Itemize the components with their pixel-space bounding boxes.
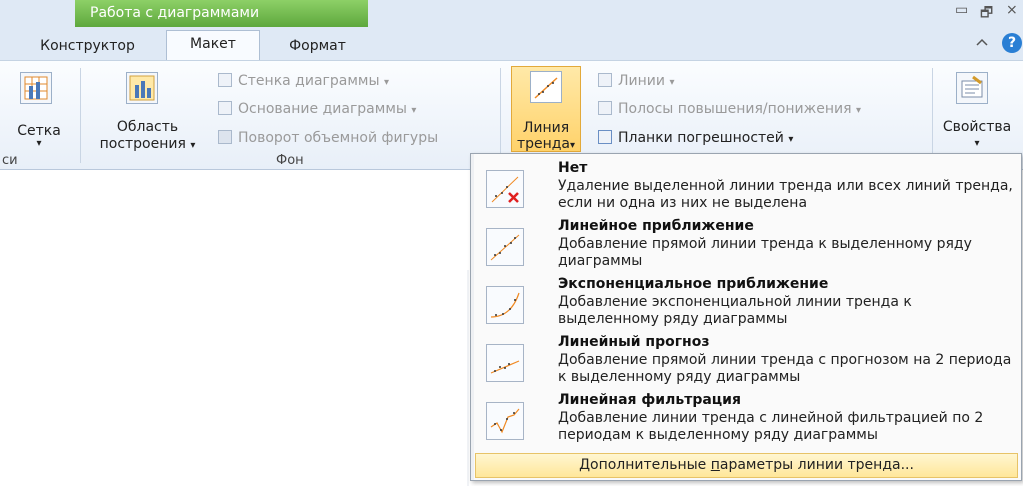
plot-area-button[interactable] [126,72,158,104]
properties-label: Свойства [942,119,1012,135]
group-separator [932,68,933,163]
error-bars-button[interactable]: Планки погрешностей ▾ [598,127,793,151]
tab-design[interactable]: Конструктор [20,33,155,59]
chart-tools-contextual-header: Работа с диаграммами [75,0,368,27]
group-separator [80,68,81,163]
menu-icon-strip [471,154,474,480]
group-label-background: Фон [276,153,304,168]
menu-item-title: Линейное приближение [558,218,754,234]
gridlines-icon [20,72,52,104]
menu-item-none[interactable]: Нет Удаление выделенной линии тренда или… [478,160,1018,218]
restore-window-icon[interactable]: ▭ [955,2,968,18]
menu-item-exponential[interactable]: Экспоненциальное приближение Добавление … [478,276,1018,334]
menu-item-title: Экспоненциальное приближение [558,276,829,292]
trendline-forecast-icon [486,344,524,382]
chart-floor-button[interactable]: Основание диаграммы ▾ [218,98,416,122]
3d-rotation-button[interactable]: Поворот объемной фигуры [218,127,438,149]
minimize-ribbon-icon[interactable] [975,36,989,46]
menu-item-title: Линейная фильтрация [558,392,741,408]
group-label-axes-partial: си [2,153,18,168]
up-down-bars-button[interactable]: Полосы повышения/понижения ▾ [598,98,861,122]
trendline-button[interactable]: Линия тренда▾ [511,66,581,152]
dock-window-icon[interactable]: 🗗 [980,2,993,26]
chart-wall-icon [218,73,232,87]
chart-floor-icon [218,101,232,115]
properties-icon [956,72,988,104]
worksheet-background [467,270,469,486]
3d-rotation-icon [218,130,232,144]
properties-dropdown-arrow[interactable]: ▾ [970,135,984,153]
trendline-label-line2: тренда▾ [516,136,576,152]
tab-layout[interactable]: Макет [166,30,260,60]
lines-icon [598,73,612,87]
menu-item-description: Удаление выделенной линии тренда или все… [558,178,1013,211]
tab-format[interactable]: Формат [270,33,365,59]
gridlines-button[interactable] [20,72,52,104]
up-down-bars-icon [598,101,612,115]
properties-button[interactable] [956,72,988,104]
plot-area-label-line1: Область [116,119,179,135]
plot-area-icon [126,72,158,104]
trendline-icon [530,71,562,103]
menu-item-linear-forecast[interactable]: Линейный прогноз Добавление прямой линии… [478,334,1018,392]
close-window-icon[interactable]: ⨯ [1006,2,1018,18]
help-icon[interactable]: ? [1002,33,1022,53]
lines-button[interactable]: Линии ▾ [598,70,674,94]
plot-area-label-line2: построения ▾ [99,136,196,152]
menu-item-moving-average[interactable]: Линейная фильтрация Добавление линии тре… [478,392,1018,450]
more-trendline-options-item[interactable]: Дополнительные параметры линии тренда... [475,453,1018,478]
menu-item-description: Добавление прямой линии тренда к выделен… [558,236,972,269]
menu-item-description: Добавление экспоненциальной линии тренда… [558,294,912,327]
trendline-linear-icon [486,228,524,266]
menu-item-linear[interactable]: Линейное приближение Добавление прямой л… [478,218,1018,276]
trendline-remove-icon [486,170,524,208]
chart-wall-button[interactable]: Стенка диаграммы ▾ [218,70,389,94]
group-separator [500,68,501,163]
menu-item-description: Добавление линии тренда с линейной фильт… [558,410,984,443]
error-bars-icon [598,130,612,144]
menu-item-title: Линейный прогноз [558,334,710,350]
menu-item-description: Добавление прямой линии тренда с прогноз… [558,352,1012,385]
menu-item-title: Нет [558,160,588,176]
gridlines-dropdown-arrow[interactable]: ▾ [32,135,46,153]
trendline-moving-average-icon [486,402,524,440]
trendline-exponential-icon [486,286,524,324]
